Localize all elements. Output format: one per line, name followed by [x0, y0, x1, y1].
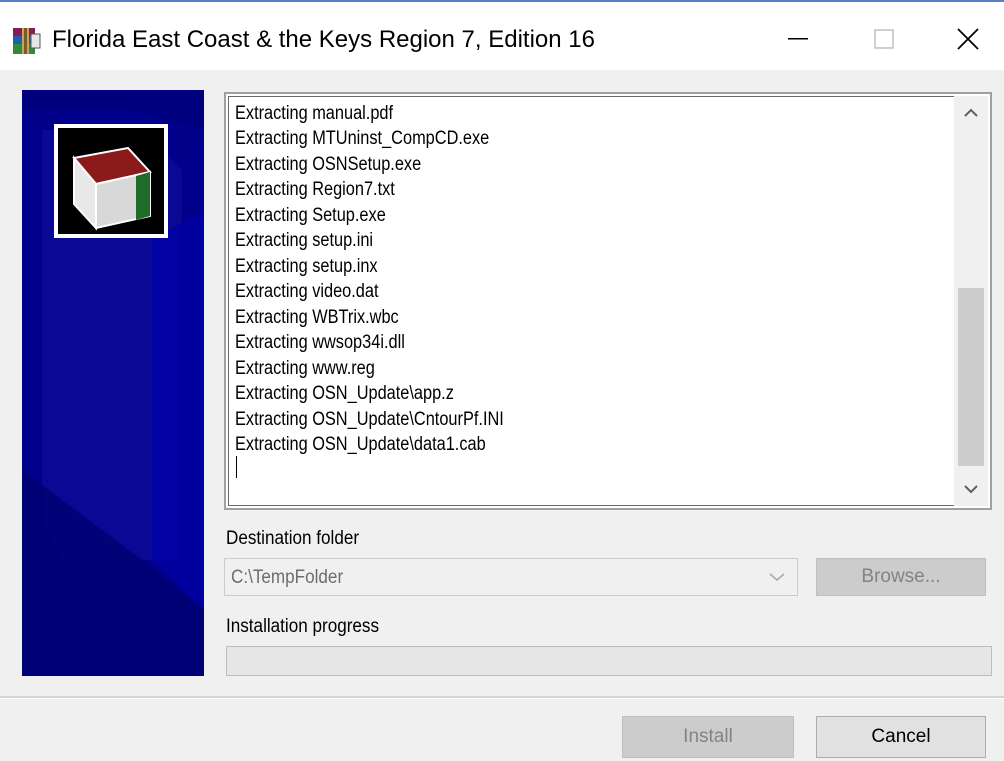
log-line: Extracting OSN_Update\app.z	[235, 383, 454, 404]
scroll-up-button[interactable]	[954, 96, 988, 130]
destination-folder-combo[interactable]: C:\TempFolder	[224, 558, 798, 596]
destination-folder-value: C:\TempFolder	[231, 567, 344, 588]
log-scrollbar[interactable]	[954, 96, 988, 506]
scroll-thumb[interactable]	[958, 288, 984, 466]
minimize-icon	[788, 38, 808, 40]
log-line: Extracting setup.inx	[235, 256, 378, 277]
window-title: Florida East Coast & the Keys Region 7, …	[52, 26, 595, 53]
log-line: Extracting WBTrix.wbc	[235, 307, 399, 328]
side-banner	[22, 90, 204, 676]
log-line: Extracting www.reg	[235, 358, 375, 379]
installer-window: Florida East Coast & the Keys Region 7, …	[0, 0, 1004, 761]
maximize-icon	[874, 29, 894, 49]
winrar-app-icon	[10, 26, 42, 56]
installation-progress-bar	[226, 646, 992, 676]
destination-folder-label: Destination folder	[226, 528, 360, 549]
logo-box	[54, 124, 168, 238]
footer-separator	[0, 696, 1004, 699]
log-line: Extracting video.dat	[235, 281, 379, 302]
install-button[interactable]: Install	[622, 716, 794, 758]
log-line: Extracting OSN_Update\data1.cab	[235, 434, 486, 455]
log-line: Extracting wwsop34i.dll	[235, 332, 405, 353]
chevron-down-icon	[964, 485, 978, 494]
cancel-button[interactable]: Cancel	[816, 716, 986, 758]
text-caret	[236, 456, 237, 478]
log-line: Extracting manual.pdf	[235, 103, 394, 124]
package-logo	[58, 128, 164, 234]
browse-button[interactable]: Browse...	[816, 558, 986, 596]
scroll-down-button[interactable]	[954, 472, 988, 506]
installation-progress-label: Installation progress	[226, 616, 380, 637]
log-line: Extracting OSN_Update\CntourPf.INI	[235, 409, 504, 430]
package-icon	[72, 146, 152, 231]
log-line: Extracting Region7.txt	[235, 179, 395, 200]
log-line: Extracting MTUninst_CompCD.exe	[235, 128, 490, 149]
chevron-up-icon	[964, 108, 978, 117]
title-bar[interactable]: Florida East Coast & the Keys Region 7, …	[0, 2, 1004, 70]
close-button[interactable]	[932, 16, 1004, 62]
log-line: Extracting OSNSetup.exe	[235, 154, 422, 175]
log-line: Extracting Setup.exe	[235, 205, 386, 226]
close-icon	[957, 28, 979, 50]
maximize-button[interactable]	[848, 16, 920, 62]
log-text-area[interactable]: Extracting manual.pdf Extracting MTUnins…	[228, 96, 954, 506]
combo-dropdown-button[interactable]	[757, 559, 797, 595]
chevron-down-icon	[769, 573, 785, 581]
minimize-button[interactable]	[762, 16, 834, 62]
log-line: Extracting setup.ini	[235, 230, 374, 251]
extraction-log[interactable]: Extracting manual.pdf Extracting MTUnins…	[224, 92, 992, 510]
